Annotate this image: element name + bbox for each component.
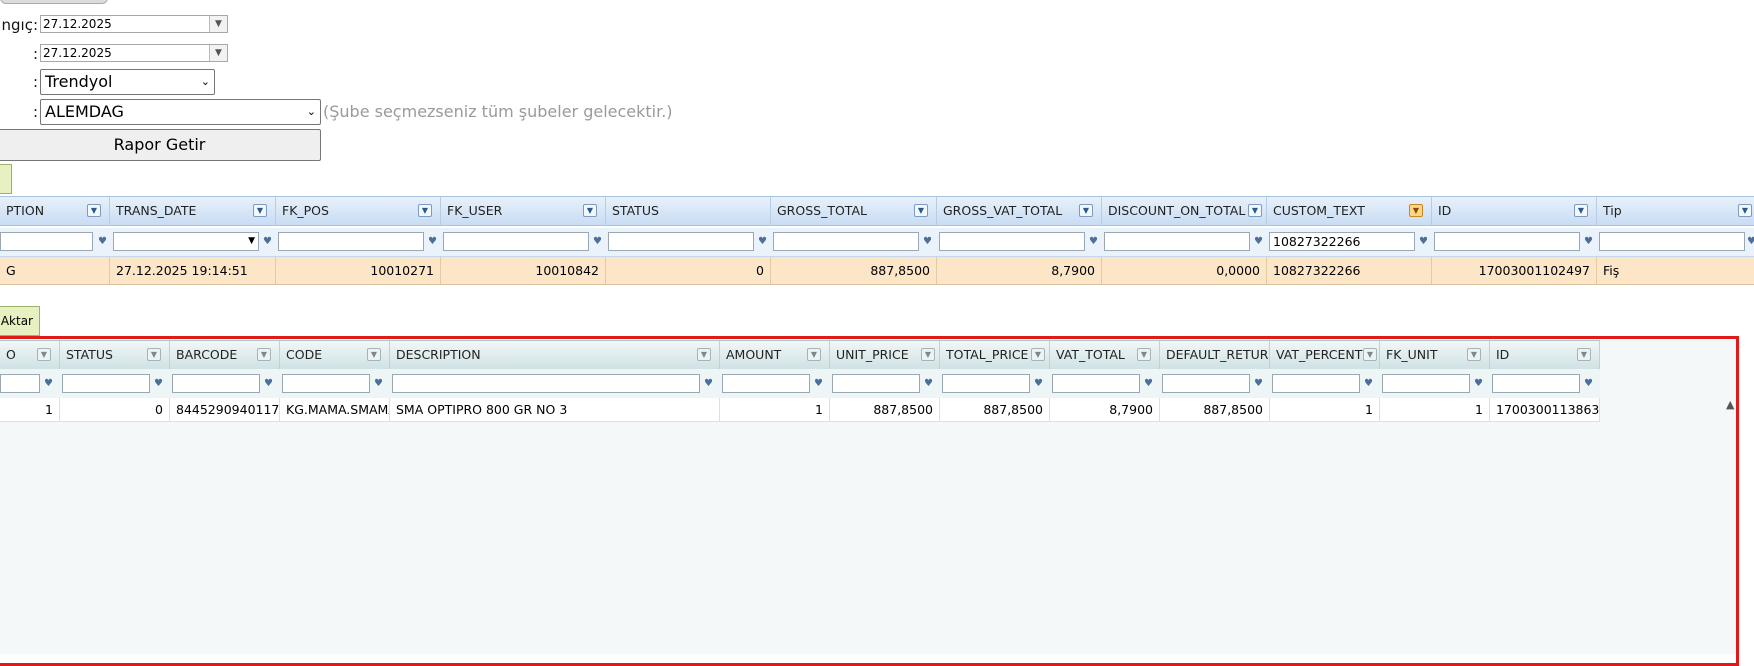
grid1-filter-row: ♥ ▼ ♥ ♥ ♥ ♥ ♥ ♥ ♥ 10827322266 ♥ ♥ ♥ bbox=[0, 228, 1754, 257]
table-cell: 10827322266 bbox=[1267, 257, 1432, 284]
chevron-down-icon[interactable]: ▼ bbox=[87, 204, 101, 217]
grid1-col-trans-date[interactable]: TRANS_DATE ▼ bbox=[110, 197, 276, 225]
grid1-filter-fk-pos[interactable] bbox=[278, 232, 424, 251]
table-row[interactable]: G 27.12.2025 19:14:51 10010271 10010842 … bbox=[0, 257, 1754, 285]
filter-icon[interactable]: ♥ bbox=[98, 236, 107, 247]
grid1-filter-discount[interactable] bbox=[1104, 232, 1250, 251]
rapor-getir-button[interactable]: Rapor Getir bbox=[0, 129, 321, 161]
chevron-down-icon[interactable]: ▼ bbox=[914, 204, 928, 217]
chevron-down-icon[interactable]: ▼ bbox=[248, 233, 255, 250]
grid1-col-description[interactable]: PTION ▼ bbox=[0, 197, 110, 225]
table-cell: 887,8500 bbox=[771, 257, 937, 284]
grid1-col-status[interactable]: STATUS bbox=[606, 197, 771, 225]
filter-icon[interactable]: ♥ bbox=[1419, 236, 1428, 247]
grid1-filter-tip[interactable] bbox=[1599, 232, 1745, 251]
branch-note: (Şube seçmezseniz tüm şubeler gelecektir… bbox=[323, 102, 673, 121]
grid1-col-fk-pos[interactable]: FK_POS ▼ bbox=[276, 197, 441, 225]
filter-active-icon[interactable]: ▼ bbox=[1409, 204, 1423, 217]
chevron-down-icon[interactable]: ▼ bbox=[1574, 204, 1588, 217]
start-date-label: ngıç: bbox=[1, 16, 39, 34]
platform-select[interactable]: Trendyol ⌄ bbox=[40, 69, 215, 95]
grid1-filter-custom-text[interactable]: 10827322266 bbox=[1269, 232, 1415, 251]
end-date-value: 27.12.2025 bbox=[43, 46, 112, 60]
chevron-down-icon[interactable]: ▼ bbox=[209, 45, 227, 61]
chevron-down-icon[interactable]: ▼ bbox=[418, 204, 432, 217]
grid1-col-gross-vat-total[interactable]: GROSS_VAT_TOTAL ▼ bbox=[937, 197, 1102, 225]
grid1-filter-gross-total[interactable] bbox=[773, 232, 919, 251]
grid1-filter-status[interactable] bbox=[608, 232, 754, 251]
top-tab bbox=[0, 0, 108, 4]
grid1-col-fk-user[interactable]: FK_USER ▼ bbox=[441, 197, 606, 225]
filter-icon[interactable]: ♥ bbox=[593, 236, 602, 247]
chevron-down-icon[interactable]: ▼ bbox=[583, 204, 597, 217]
branch-select[interactable]: ALEMDAG ⌄ bbox=[40, 99, 321, 125]
chevron-down-icon[interactable]: ▼ bbox=[209, 16, 227, 32]
chevron-down-icon: ⌄ bbox=[306, 105, 316, 118]
chevron-down-icon: ⌄ bbox=[200, 75, 210, 88]
grid1-col-id[interactable]: ID ▼ bbox=[1432, 197, 1597, 225]
table-cell: Fiş bbox=[1603, 263, 1620, 278]
chevron-down-icon[interactable]: ▼ bbox=[1738, 204, 1752, 217]
table-cell: 17003001102497 bbox=[1432, 257, 1597, 284]
grid1-header: PTION ▼ TRANS_DATE ▼ FK_POS ▼ FK_USER ▼ STAT… bbox=[0, 196, 1754, 226]
platform-value: Trendyol bbox=[45, 72, 113, 91]
filter-icon[interactable]: ♥ bbox=[1747, 236, 1754, 247]
table-cell: 0 bbox=[606, 257, 771, 284]
grid1-col-discount-on-total[interactable]: DISCOUNT_ON_TOTAL ▼ bbox=[1102, 197, 1267, 225]
table-cell: G bbox=[0, 257, 110, 284]
grid1-filter-trans-date[interactable]: ▼ bbox=[113, 232, 259, 251]
end-date-label: : bbox=[32, 45, 38, 63]
grid1-filter-gross-vat-total[interactable] bbox=[939, 232, 1085, 251]
filter-icon[interactable]: ♥ bbox=[1254, 236, 1263, 247]
table-cell: 0,0000 bbox=[1102, 257, 1267, 284]
platform-label: : bbox=[32, 73, 38, 91]
chevron-down-icon[interactable]: ▼ bbox=[1079, 204, 1093, 217]
table-cell: 10010842 bbox=[441, 257, 606, 284]
start-date-field[interactable]: 27.12.2025 ▼ bbox=[40, 15, 228, 33]
filter-icon[interactable]: ♥ bbox=[923, 236, 932, 247]
branch-label: : bbox=[32, 103, 38, 121]
grid1-col-tip[interactable]: Tip ▼ bbox=[1597, 197, 1754, 225]
table-cell: 27.12.2025 19:14:51 bbox=[110, 257, 276, 284]
filter-icon[interactable]: ♥ bbox=[758, 236, 767, 247]
filter-icon[interactable]: ♥ bbox=[428, 236, 437, 247]
chevron-down-icon[interactable]: ▼ bbox=[253, 204, 267, 217]
chevron-down-icon[interactable]: ▼ bbox=[1248, 204, 1262, 217]
aktar-button[interactable]: Aktar bbox=[0, 306, 40, 336]
highlight-frame bbox=[0, 336, 1739, 666]
filter-icon[interactable]: ♥ bbox=[263, 236, 272, 247]
table-cell: 8,7900 bbox=[937, 257, 1102, 284]
small-action-button[interactable]: . bbox=[0, 164, 12, 194]
grid1-filter-id[interactable] bbox=[1434, 232, 1580, 251]
table-cell: 10010271 bbox=[276, 257, 441, 284]
filter-icon[interactable]: ♥ bbox=[1089, 236, 1098, 247]
grid1-filter-description[interactable] bbox=[0, 232, 93, 251]
branch-value: ALEMDAG bbox=[45, 102, 124, 121]
end-date-field[interactable]: 27.12.2025 ▼ bbox=[40, 44, 228, 62]
filter-icon[interactable]: ♥ bbox=[1584, 236, 1593, 247]
grid1-col-gross-total[interactable]: GROSS_TOTAL ▼ bbox=[771, 197, 937, 225]
start-date-value: 27.12.2025 bbox=[43, 17, 112, 31]
grid1-filter-fk-user[interactable] bbox=[443, 232, 589, 251]
grid1-col-custom-text[interactable]: CUSTOM_TEXT ▼ bbox=[1267, 197, 1432, 225]
